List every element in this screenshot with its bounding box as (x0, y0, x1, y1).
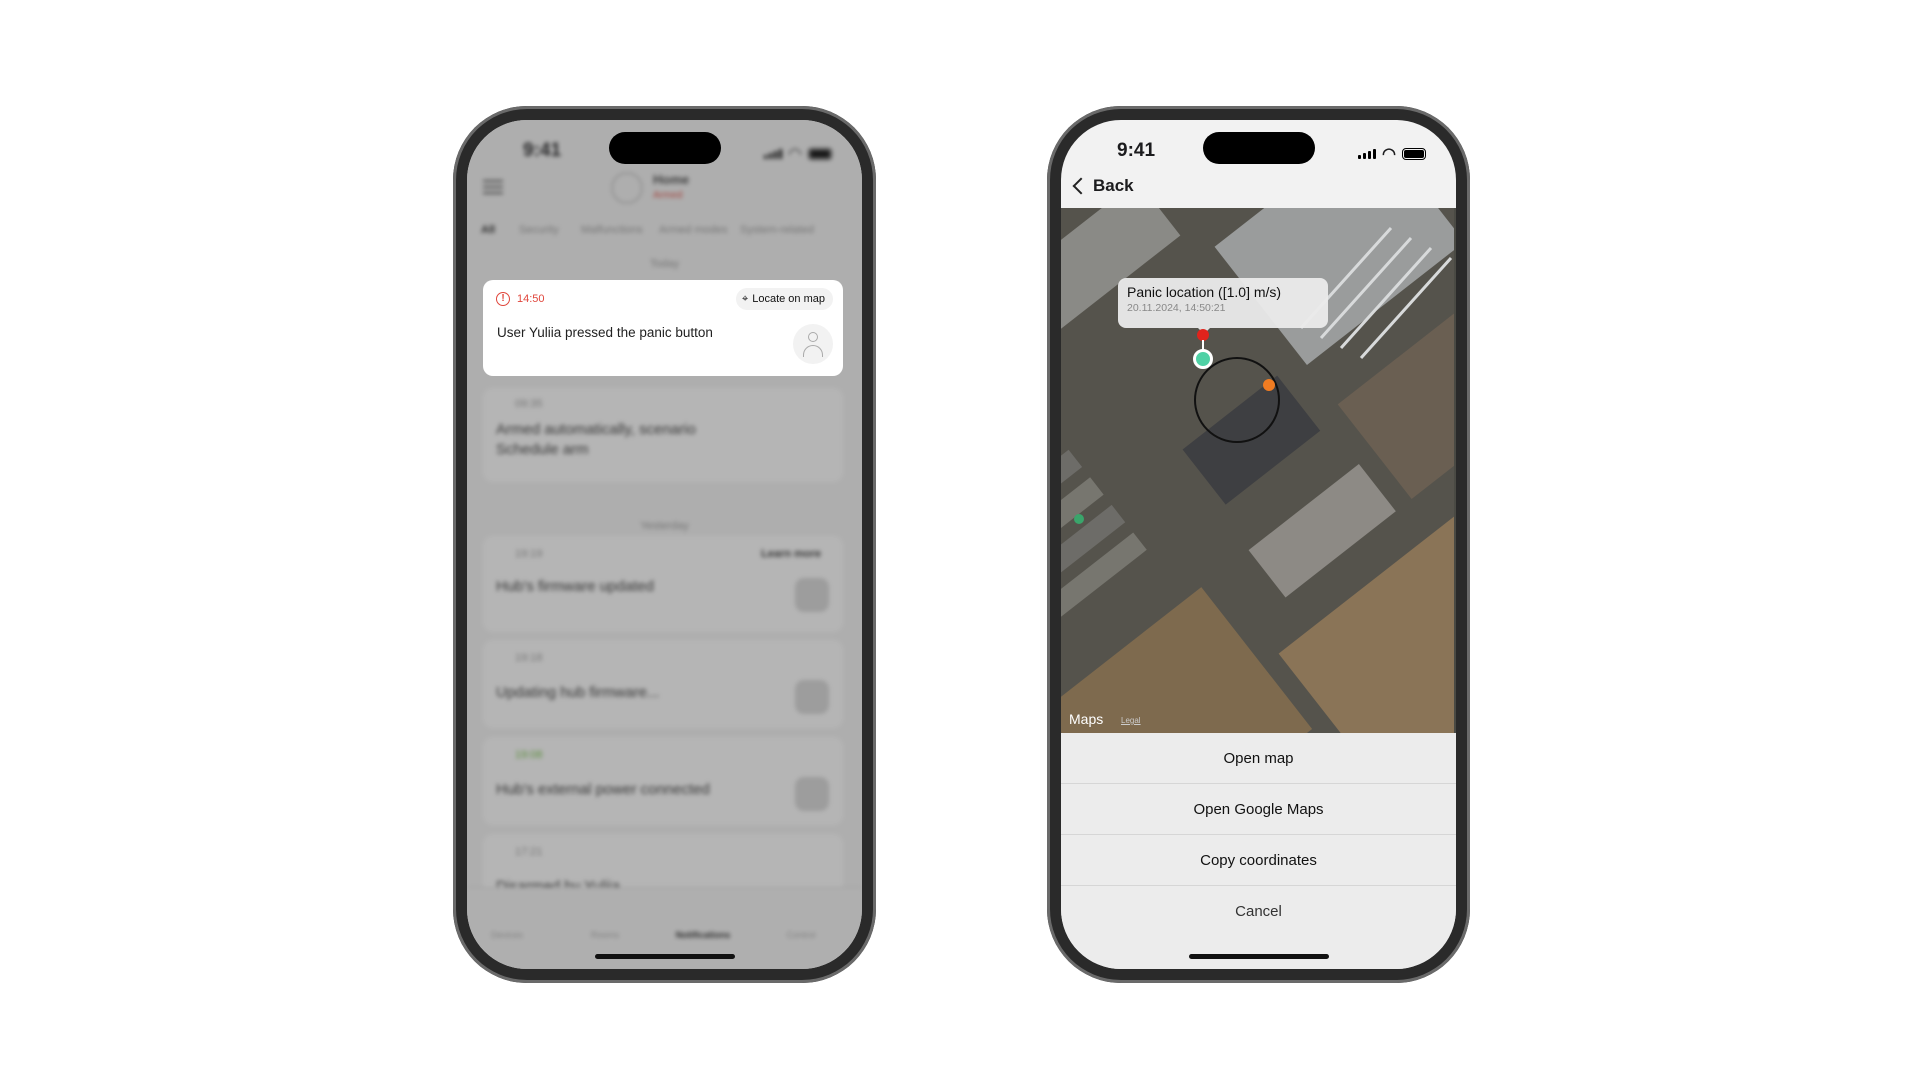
home-indicator (1188, 954, 1329, 959)
status-time: 9:41 (1117, 140, 1156, 161)
left-phone: 9:41 ◠ Home Armed All Security Malfuncti… (453, 106, 876, 983)
open-map-button[interactable]: Open map (1061, 733, 1456, 784)
dynamic-island (1202, 132, 1315, 164)
dim-overlay (467, 120, 862, 969)
panic-event-card[interactable]: ! 14:50 ⌖ Locate on map User Yuliia pres… (483, 280, 843, 376)
copy-coordinates-button[interactable]: Copy coordinates (1061, 835, 1456, 886)
poi-marker (1263, 379, 1275, 391)
locate-on-map-button[interactable]: ⌖ Locate on map (736, 288, 833, 310)
cancel-button[interactable]: Cancel (1061, 886, 1456, 937)
user-avatar-icon (793, 324, 833, 364)
open-google-maps-button[interactable]: Open Google Maps (1061, 784, 1456, 835)
dynamic-island (608, 132, 721, 164)
apple-maps-logo: Maps (1069, 711, 1104, 727)
status-icons: ◠ (1358, 144, 1426, 164)
map-screen: 9:41 ◠ Back Panic location ([1.0] m/s) 2… (1061, 120, 1456, 969)
legal-link[interactable]: Legal (1121, 716, 1141, 725)
callout-title: Panic location ([1.0] m/s) (1127, 284, 1282, 300)
map-pin-icon: ⌖ (742, 292, 749, 305)
poi-marker (1074, 514, 1084, 524)
current-location-icon (1193, 349, 1213, 369)
action-sheet: Open map Open Google Maps Copy coordinat… (1061, 733, 1456, 969)
callout-subtitle: 20.11.2024, 14:50:21 (1127, 302, 1226, 314)
event-text: User Yuliia pressed the panic button (497, 325, 713, 340)
notifications-screen: 9:41 ◠ Home Armed All Security Malfuncti… (467, 120, 862, 969)
alert-icon: ! (496, 292, 510, 306)
chevron-left-icon (1072, 177, 1090, 195)
battery-icon (1402, 148, 1426, 160)
back-button[interactable]: Back (1069, 176, 1134, 196)
signal-icon (1358, 149, 1377, 159)
right-phone: 9:41 ◠ Back Panic location ([1.0] m/s) 2… (1047, 106, 1470, 983)
satellite-map[interactable]: Panic location ([1.0] m/s) 20.11.2024, 1… (1061, 208, 1456, 733)
home-indicator (594, 954, 735, 959)
wifi-icon: ◠ (1382, 146, 1396, 163)
event-time: 14:50 (517, 293, 545, 305)
location-callout[interactable]: Panic location ([1.0] m/s) 20.11.2024, 1… (1118, 278, 1328, 334)
